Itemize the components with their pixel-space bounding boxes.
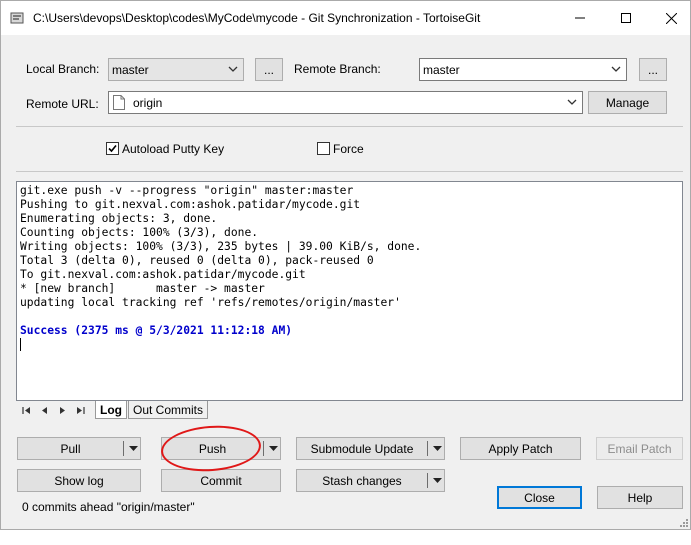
triangle-down-icon bbox=[432, 478, 442, 483]
git-sync-window: C:\Users\devops\Desktop\codes\MyCode\myc… bbox=[0, 0, 691, 530]
triangle-down-icon bbox=[128, 446, 138, 451]
remote-url-value: origin bbox=[133, 96, 163, 110]
resize-grip-icon[interactable] bbox=[677, 516, 689, 528]
chevron-down-icon bbox=[228, 66, 238, 72]
chevron-down-icon bbox=[611, 66, 621, 72]
autoload-putty-label: Autoload Putty Key bbox=[122, 142, 225, 156]
last-tab-button[interactable] bbox=[73, 403, 87, 417]
output-line: To git.nexval.com:ashok.patidar/mycode.g… bbox=[20, 268, 306, 281]
output-line: Enumerating objects: 3, done. bbox=[20, 212, 218, 225]
output-line: Counting objects: 100% (3/3), done. bbox=[20, 226, 259, 239]
skip-last-icon bbox=[76, 406, 85, 414]
push-dropdown[interactable] bbox=[265, 438, 281, 459]
autoload-putty-checkbox[interactable] bbox=[106, 142, 119, 155]
help-button[interactable]: Help bbox=[597, 486, 683, 509]
triangle-down-icon bbox=[268, 446, 278, 451]
minimize-icon bbox=[575, 17, 585, 19]
title-bar[interactable]: C:\Users\devops\Desktop\codes\MyCode\myc… bbox=[1, 1, 690, 35]
remote-branch-label: Remote Branch: bbox=[294, 62, 381, 76]
maximize-icon bbox=[621, 13, 631, 23]
stash-changes-split-button[interactable]: Stash changes bbox=[296, 469, 445, 492]
submodule-update-button[interactable]: Submodule Update bbox=[297, 438, 427, 459]
apply-patch-button[interactable]: Apply Patch bbox=[460, 437, 581, 460]
next-tab-button[interactable] bbox=[55, 403, 69, 417]
commit-button[interactable]: Commit bbox=[161, 469, 281, 492]
close-icon bbox=[665, 12, 677, 24]
first-tab-button[interactable] bbox=[19, 403, 33, 417]
close-window-button[interactable] bbox=[648, 1, 691, 35]
group-divider bbox=[16, 171, 683, 172]
maximize-button[interactable] bbox=[603, 1, 649, 35]
output-line: * [new branch] master -> master bbox=[20, 282, 265, 295]
close-button[interactable]: Close bbox=[497, 486, 582, 509]
output-line: updating local tracking ref 'refs/remote… bbox=[20, 296, 401, 309]
text-caret bbox=[20, 338, 21, 351]
manage-button[interactable]: Manage bbox=[588, 91, 667, 114]
remote-branch-browse-button[interactable]: ... bbox=[639, 58, 667, 81]
checkmark-icon bbox=[108, 144, 117, 153]
skip-first-icon bbox=[21, 406, 30, 414]
stash-changes-dropdown[interactable] bbox=[429, 470, 445, 491]
file-icon bbox=[113, 95, 125, 110]
local-branch-select[interactable]: master bbox=[108, 58, 244, 81]
triangle-right-icon bbox=[59, 406, 65, 414]
output-success-line: Success (2375 ms @ 5/3/2021 11:12:18 AM) bbox=[20, 324, 293, 337]
triangle-down-icon bbox=[432, 446, 442, 451]
output-line: git.exe push -v --progress "origin" mast… bbox=[20, 184, 354, 197]
split-separator bbox=[427, 473, 428, 488]
chevron-down-icon bbox=[567, 99, 577, 105]
output-blank-line bbox=[20, 310, 679, 324]
prev-tab-button[interactable] bbox=[37, 403, 51, 417]
triangle-left-icon bbox=[41, 406, 47, 414]
remote-url-combo[interactable]: origin bbox=[108, 91, 583, 114]
local-branch-value: master bbox=[112, 63, 149, 77]
submodule-update-split-button[interactable]: Submodule Update bbox=[296, 437, 445, 460]
split-separator bbox=[427, 441, 428, 456]
email-patch-button[interactable]: Email Patch bbox=[596, 437, 683, 460]
remote-branch-combo[interactable]: master bbox=[419, 58, 627, 81]
split-separator bbox=[123, 441, 124, 456]
output-line: Pushing to git.nexval.com:ashok.patidar/… bbox=[20, 198, 361, 211]
remote-branch-value: master bbox=[423, 63, 460, 77]
stash-changes-button[interactable]: Stash changes bbox=[297, 470, 427, 491]
group-divider bbox=[16, 126, 683, 127]
tortoisegit-app-icon bbox=[10, 12, 24, 24]
status-text: 0 commits ahead "origin/master" bbox=[22, 500, 195, 514]
window-title: C:\Users\devops\Desktop\codes\MyCode\myc… bbox=[33, 11, 481, 25]
pull-dropdown[interactable] bbox=[125, 438, 141, 459]
minimize-button[interactable] bbox=[557, 1, 603, 35]
local-branch-browse-button[interactable]: ... bbox=[255, 58, 283, 81]
force-checkbox[interactable] bbox=[317, 142, 330, 155]
output-log[interactable]: git.exe push -v --progress "origin" mast… bbox=[16, 181, 683, 401]
local-branch-label: Local Branch: bbox=[26, 62, 100, 76]
force-label: Force bbox=[333, 142, 364, 156]
highlight-circle-annotation bbox=[159, 422, 263, 475]
output-line: Writing objects: 100% (3/3), 235 bytes |… bbox=[20, 240, 422, 253]
pull-split-button[interactable]: Pull bbox=[17, 437, 141, 460]
background-strip bbox=[0, 531, 691, 545]
pull-button[interactable]: Pull bbox=[18, 438, 123, 459]
remote-url-label: Remote URL: bbox=[26, 97, 99, 111]
split-separator bbox=[263, 441, 264, 456]
tab-out-commits[interactable]: Out Commits bbox=[128, 401, 208, 419]
tab-log[interactable]: Log bbox=[95, 401, 127, 419]
submodule-update-dropdown[interactable] bbox=[429, 438, 445, 459]
output-line: Total 3 (delta 0), reused 0 (delta 0), p… bbox=[20, 254, 374, 267]
show-log-button[interactable]: Show log bbox=[17, 469, 141, 492]
